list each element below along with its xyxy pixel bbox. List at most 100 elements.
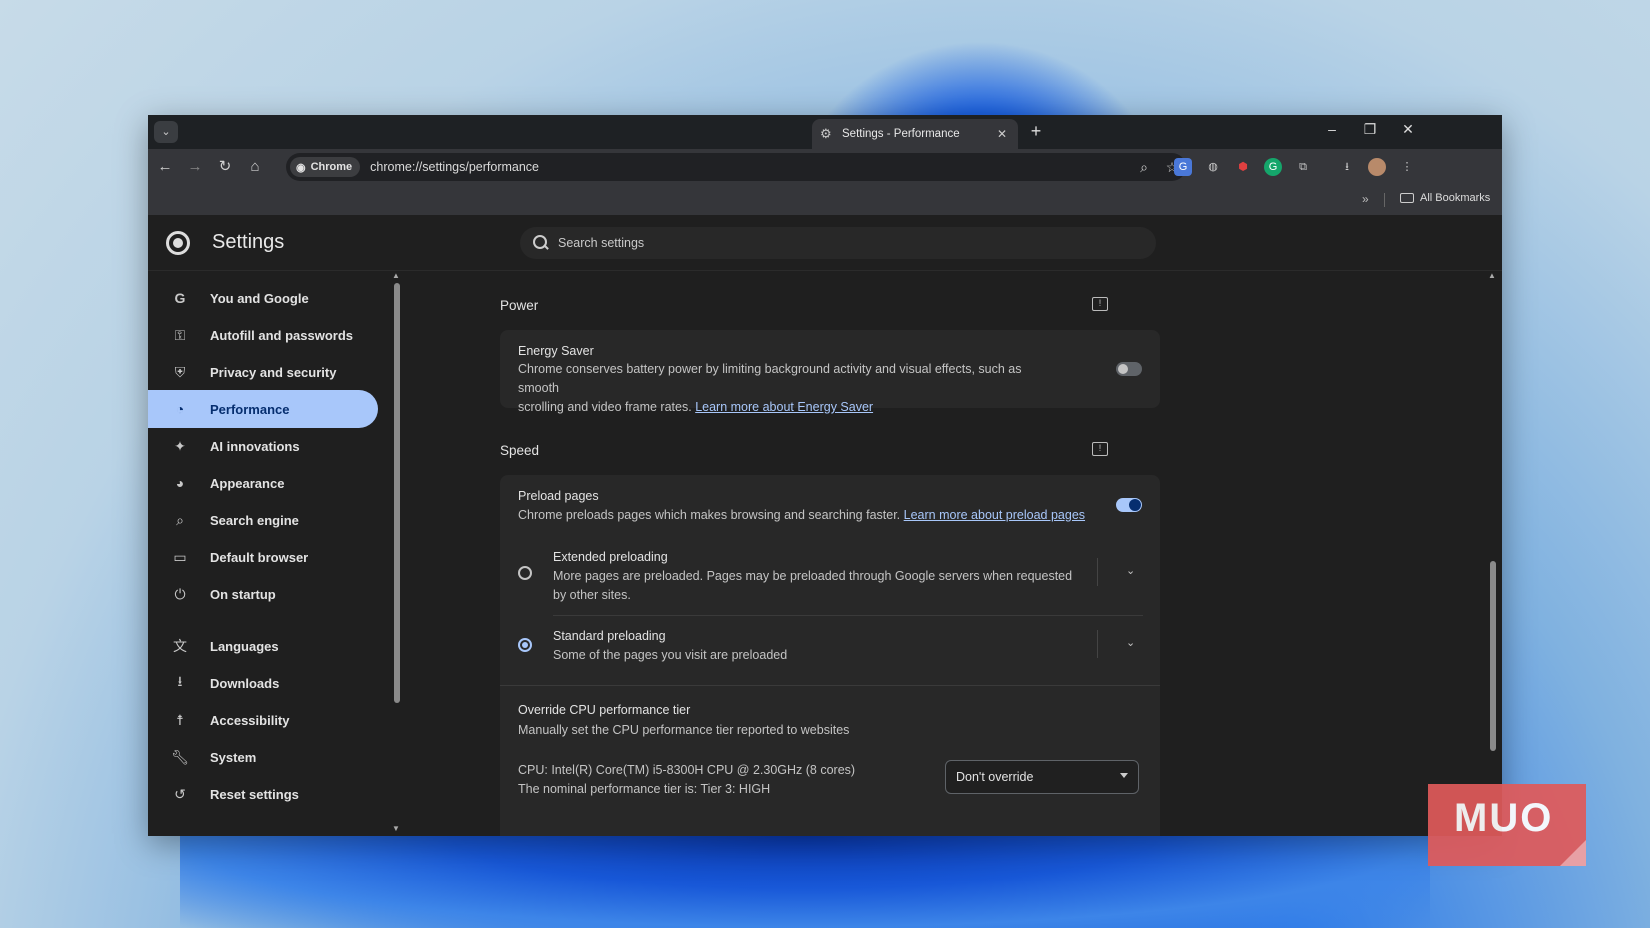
sidebar-item-default-browser[interactable]: ▭ Default browser: [148, 538, 378, 576]
energy-saver-card: Energy Saver Chrome conserves battery po…: [500, 330, 1160, 414]
sidebar-item-accessibility[interactable]: ☨ Accessibility: [148, 701, 378, 739]
search-input[interactable]: Search settings: [520, 227, 1156, 259]
cpu-override-title: Override CPU performance tier: [518, 703, 691, 717]
translate-icon: 文: [173, 638, 187, 654]
grammarly-extension-icon[interactable]: G: [1264, 158, 1282, 176]
sidebar-item-downloads[interactable]: ⭳ Downloads: [148, 664, 378, 702]
sidebar-item-label: On startup: [210, 586, 276, 602]
sidebar-item-privacy[interactable]: ⛨ Privacy and security: [148, 353, 378, 391]
speed-card: Preload pages Chrome preloads pages whic…: [500, 475, 1160, 836]
sidebar-item-label: Appearance: [210, 475, 285, 491]
globe-extension-icon[interactable]: ◍: [1204, 158, 1222, 176]
menu-kebab-icon[interactable]: ⋮: [1398, 158, 1416, 176]
browser-window: ⌄ ⚙ Settings - Performance ✕ + – ❐ ✕ ← →…: [148, 115, 1502, 836]
sidebar-item-you-and-google[interactable]: G You and Google: [148, 279, 378, 317]
scroll-down-icon[interactable]: ▼: [392, 824, 400, 833]
preload-learn-more-link[interactable]: Learn more about preload pages: [904, 508, 1085, 522]
sidebar-item-autofill[interactable]: ⚿ Autofill and passwords: [148, 316, 378, 354]
adblock-extension-icon[interactable]: ⬢: [1234, 158, 1252, 176]
forward-button[interactable]: →: [182, 155, 208, 179]
settings-header: Settings Search settings: [148, 215, 1502, 271]
cpu-info: CPU: Intel(R) Core(TM) i5-8300H CPU @ 2.…: [518, 761, 855, 799]
sidebar-item-label: AI innovations: [210, 438, 300, 454]
tab-strip: ⌄ ⚙ Settings - Performance ✕ + – ❐ ✕: [148, 115, 1502, 149]
tab-search-button[interactable]: ⌄: [154, 121, 178, 143]
close-window-button[interactable]: ✕: [1396, 121, 1420, 138]
sidebar-scrollbar[interactable]: ▲ ▼: [392, 271, 400, 836]
cpu-tier-select-value: Don't override: [956, 770, 1034, 784]
standard-preloading-title: Standard preloading: [553, 629, 666, 643]
reload-button[interactable]: ↻: [212, 155, 238, 179]
page-title: Settings: [212, 231, 285, 253]
sidebar-item-ai-innovations[interactable]: ✦ AI innovations: [148, 427, 378, 465]
energy-saver-title: Energy Saver: [518, 344, 594, 358]
sidebar-item-system[interactable]: 🔧︎ System: [148, 738, 378, 776]
extended-preloading-radio[interactable]: [518, 566, 532, 580]
gear-icon: ⚙: [820, 126, 832, 141]
sidebar: G You and Google ⚿ Autofill and password…: [148, 271, 388, 836]
sidebar-item-label: Privacy and security: [210, 364, 337, 380]
muo-watermark-logo: MUO: [1428, 784, 1586, 866]
logo-corner: [1560, 840, 1586, 866]
expand-extended-chevron-icon[interactable]: ⌄: [1126, 564, 1135, 577]
divider: [553, 615, 1143, 616]
sidebar-item-performance[interactable]: ◔ Performance: [148, 390, 378, 428]
expand-standard-chevron-icon[interactable]: ⌄: [1126, 636, 1135, 649]
close-tab-icon[interactable]: ✕: [994, 127, 1010, 141]
bookmarks-divider: [1384, 193, 1385, 207]
settings-main: Power ! Energy Saver Chrome conserves ba…: [500, 271, 1160, 836]
energy-saver-desc: Chrome conserves battery power by limiti…: [518, 360, 1058, 417]
energy-saver-learn-more-link[interactable]: Learn more about Energy Saver: [695, 400, 873, 414]
energy-saver-toggle[interactable]: [1116, 362, 1142, 376]
url-text[interactable]: chrome://settings/performance: [370, 160, 1130, 174]
feedback-icon[interactable]: !: [1092, 442, 1108, 456]
power-icon: ⏻: [174, 585, 186, 602]
download-icon[interactable]: ⭳: [1338, 158, 1356, 176]
zoom-icon[interactable]: ⌕: [1130, 159, 1158, 176]
minimize-button[interactable]: –: [1320, 121, 1344, 137]
tab-settings-performance[interactable]: ⚙ Settings - Performance ✕: [812, 119, 1018, 149]
back-button[interactable]: ←: [152, 155, 178, 179]
bookmarks-bar: » All Bookmarks: [148, 185, 1502, 215]
sidebar-item-label: Accessibility: [210, 712, 290, 728]
sidebar-item-reset-settings[interactable]: ↺ Reset settings: [148, 775, 378, 813]
preload-pages-toggle[interactable]: [1116, 498, 1142, 512]
sidebar-scroll-thumb[interactable]: [394, 283, 400, 703]
scroll-up-icon[interactable]: ▲: [392, 271, 400, 280]
omnibox[interactable]: ◉ Chrome chrome://settings/performance ⌕…: [286, 153, 1186, 181]
sparkle-icon: ✦: [174, 437, 186, 454]
dropdown-arrow-icon: [1120, 773, 1128, 778]
main-scrollbar[interactable]: ▲: [1488, 271, 1496, 836]
cpu-tier-select[interactable]: Don't override: [945, 760, 1139, 794]
avatar[interactable]: [1368, 158, 1386, 176]
cpu-model-text: CPU: Intel(R) Core(TM) i5-8300H CPU @ 2.…: [518, 763, 856, 777]
translate-extension-icon[interactable]: G: [1174, 158, 1192, 176]
cpu-override-desc: Manually set the CPU performance tier re…: [518, 723, 850, 737]
energy-saver-desc-line1: Chrome conserves battery power by limiti…: [518, 362, 1022, 395]
key-icon: ⚿: [174, 326, 186, 343]
sidebar-item-label: Search engine: [210, 512, 299, 528]
search-icon: ⌕: [176, 511, 184, 528]
tab-title: Settings - Performance: [842, 128, 960, 140]
sidebar-item-languages[interactable]: 文 Languages: [148, 627, 378, 665]
google-g-icon: G: [174, 290, 186, 306]
sidebar-item-appearance[interactable]: ◕ Appearance: [148, 464, 378, 502]
new-tab-button[interactable]: +: [1026, 121, 1046, 142]
main-scroll-thumb[interactable]: [1490, 561, 1496, 751]
standard-preloading-radio[interactable]: [518, 638, 532, 652]
scroll-up-icon[interactable]: ▲: [1488, 271, 1496, 280]
preload-pages-title: Preload pages: [518, 489, 599, 503]
sidebar-item-label: Performance: [210, 401, 290, 417]
palette-icon: ◕: [175, 475, 185, 491]
bookmarks-overflow-icon[interactable]: »: [1362, 192, 1369, 206]
sidebar-item-on-startup[interactable]: ⏻ On startup: [148, 575, 378, 613]
home-button[interactable]: ⌂: [242, 155, 268, 179]
sidebar-item-search-engine[interactable]: ⌕ Search engine: [148, 501, 378, 539]
extensions-puzzle-icon[interactable]: ⧉: [1294, 158, 1312, 176]
sidebar-item-label: Languages: [210, 638, 279, 654]
site-chip[interactable]: ◉ Chrome: [290, 157, 361, 177]
all-bookmarks-button[interactable]: All Bookmarks: [1400, 192, 1490, 204]
restore-button[interactable]: ❐: [1358, 121, 1382, 138]
feedback-icon[interactable]: !: [1092, 297, 1108, 311]
divider: [1097, 558, 1098, 586]
